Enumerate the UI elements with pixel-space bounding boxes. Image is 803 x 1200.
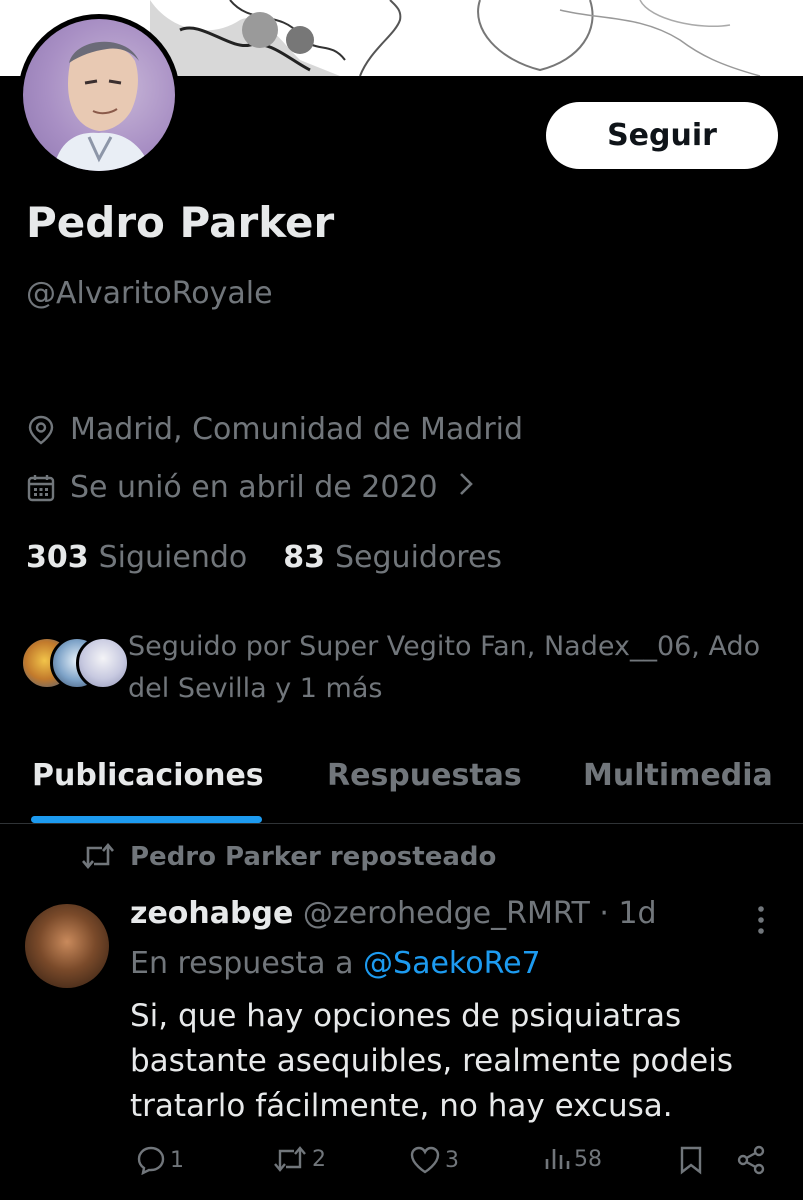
like-button[interactable]: 3 (405, 1145, 459, 1175)
profile-tabs: Publicaciones Respuestas Multimedia (0, 740, 803, 824)
reply-icon (136, 1145, 166, 1175)
profile-location-text: Madrid, Comunidad de Madrid (70, 412, 524, 447)
post-author-meta[interactable]: @zerohedge_RMRT · 1d (303, 896, 657, 931)
profile-joined[interactable]: Se unió en abril de 2020 (26, 470, 474, 505)
repost-action-icon (272, 1145, 308, 1173)
followers-stat[interactable]: 83 Seguidores (283, 540, 502, 575)
followers-label: Seguidores (335, 540, 503, 575)
repost-label[interactable]: Pedro Parker reposteado (130, 842, 496, 872)
more-options-icon[interactable] (748, 900, 774, 940)
profile-location: Madrid, Comunidad de Madrid (26, 412, 523, 447)
views-icon (544, 1145, 570, 1173)
followed-by-text[interactable]: Seguido por Super Vegito Fan, Nadex__06,… (128, 626, 788, 710)
profile-display-name: Pedro Parker (26, 198, 335, 247)
repost-button[interactable]: 2 (268, 1145, 326, 1173)
profile-handle: @AlvaritoRoyale (26, 276, 273, 311)
following-stat[interactable]: 303 Siguiendo (26, 540, 247, 575)
active-tab-indicator (31, 816, 262, 823)
location-pin-icon (26, 415, 56, 445)
reply-prefix: En respuesta a (130, 946, 354, 981)
views-count: 58 (574, 1146, 602, 1172)
following-label: Siguiendo (98, 540, 248, 575)
repost-count: 2 (312, 1146, 326, 1172)
bookmark-icon (678, 1145, 704, 1175)
repost-icon (80, 842, 116, 872)
reply-mention-link[interactable]: @SaekoRe7 (363, 946, 541, 981)
views-button[interactable]: 58 (540, 1145, 602, 1173)
followers-count: 83 (283, 540, 326, 575)
chevron-right-icon[interactable] (458, 470, 474, 505)
following-count: 303 (26, 540, 89, 575)
tab-multimedia[interactable]: Multimedia (583, 758, 773, 793)
post-author-name[interactable]: zeohabge (130, 896, 293, 931)
like-count: 3 (445, 1147, 459, 1173)
like-icon (409, 1145, 441, 1175)
bookmark-button[interactable] (674, 1145, 704, 1175)
profile-avatar[interactable] (18, 14, 180, 176)
share-button[interactable] (732, 1145, 766, 1175)
post-author-avatar[interactable] (25, 904, 109, 988)
follower-avatar (76, 636, 130, 690)
share-icon (736, 1145, 766, 1175)
tab-publicaciones[interactable]: Publicaciones (32, 758, 264, 793)
post-header: zeohabge @zerohedge_RMRT · 1d (130, 896, 657, 931)
follow-button[interactable]: Seguir (546, 102, 778, 169)
tab-respuestas[interactable]: Respuestas (327, 758, 522, 793)
post-text: Si, que hay opciones de psiquiatras bast… (130, 998, 733, 1124)
reply-count: 1 (170, 1147, 184, 1173)
profile-joined-text: Se unió en abril de 2020 (70, 470, 438, 505)
reply-button[interactable]: 1 (132, 1145, 184, 1175)
post-actions: 1 2 3 58 (0, 1145, 803, 1185)
followed-by-avatars[interactable] (20, 636, 130, 692)
calendar-icon (26, 473, 56, 503)
profile-stats: 303 Siguiendo 83 Seguidores (26, 540, 502, 575)
reply-context: En respuesta a @SaekoRe7 (130, 946, 541, 981)
repost-indicator: Pedro Parker reposteado (80, 842, 496, 872)
